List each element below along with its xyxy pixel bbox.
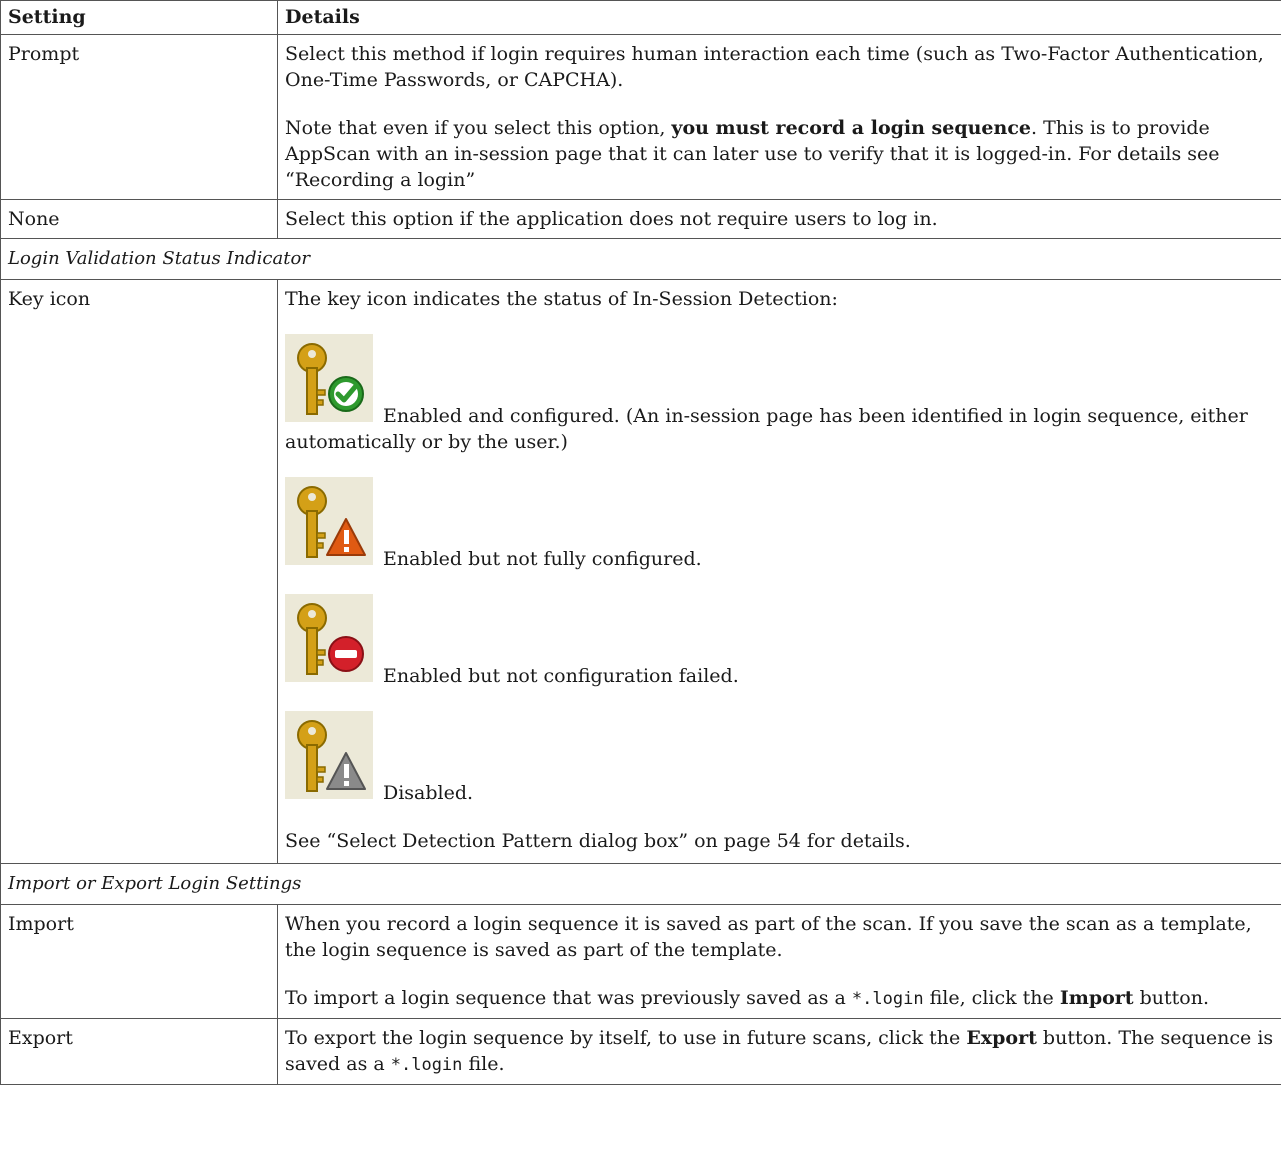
details-export: To export the login sequence by itself, … <box>277 1018 1281 1085</box>
state-enabled-configured-label: Enabled and configured. (An in-session p… <box>285 405 1248 453</box>
import-instructions: To import a login sequence that was prev… <box>285 985 1274 1012</box>
section-row-login-validation: Login Validation Status Indicator <box>0 238 1281 280</box>
section-heading-login-validation: Login Validation Status Indicator <box>0 238 1281 280</box>
export-text-end: file. <box>462 1053 505 1075</box>
setting-key-icon: Key icon <box>0 279 278 864</box>
import-text-end: button. <box>1133 987 1210 1009</box>
column-header-setting: Setting <box>0 0 278 35</box>
table-header-row: Setting Details <box>0 0 1281 35</box>
import-description: When you record a login sequence it is s… <box>285 913 1252 961</box>
prompt-note-text: Note that even if you select this option… <box>285 117 672 139</box>
setting-import: Import <box>0 904 278 1019</box>
prompt-description: Select this method if login requires hum… <box>285 43 1264 91</box>
export-description: To export the login sequence by itself, … <box>285 1025 1274 1078</box>
state-not-fully-configured-label: Enabled but not fully configured. <box>383 548 702 570</box>
key-disabled-icon <box>285 711 373 806</box>
state-configuration-failed-label: Enabled but not configuration failed. <box>383 665 739 687</box>
state-configuration-failed: Enabled but not configuration failed. <box>285 594 1274 689</box>
key-check-icon <box>285 334 373 429</box>
setting-prompt: Prompt <box>0 34 278 200</box>
table-row-none: None Select this option if the applicati… <box>0 199 1281 239</box>
export-text: To export the login sequence by itself, … <box>285 1027 967 1049</box>
settings-table: Setting Details Prompt Select this metho… <box>0 0 1281 1085</box>
import-text-mid: file, click the <box>923 987 1060 1009</box>
import-text: To import a login sequence that was prev… <box>285 987 852 1009</box>
key-icon-see-also: See “Select Detection Pattern dialog box… <box>285 830 911 852</box>
table-row-export: Export To export the login sequence by i… <box>0 1018 1281 1085</box>
state-enabled-configured: Enabled and configured. (An in-session p… <box>285 334 1274 455</box>
import-button-name: Import <box>1059 987 1134 1009</box>
setting-export: Export <box>0 1018 278 1085</box>
export-button-name: Export <box>966 1027 1037 1049</box>
details-key-icon: The key icon indicates the status of In-… <box>277 279 1281 864</box>
details-prompt: Select this method if login requires hum… <box>277 34 1281 200</box>
details-none: Select this option if the application do… <box>277 199 1281 239</box>
key-error-icon <box>285 594 373 689</box>
key-warning-icon <box>285 477 373 572</box>
table-row-key-icon: Key icon The key icon indicates the stat… <box>0 279 1281 864</box>
state-not-fully-configured: Enabled but not fully configured. <box>285 477 1274 572</box>
prompt-note: Note that even if you select this option… <box>285 115 1274 193</box>
export-file-extension: *.login <box>390 1055 463 1075</box>
table-row-prompt: Prompt Select this method if login requi… <box>0 34 1281 200</box>
import-file-extension: *.login <box>851 989 924 1009</box>
prompt-note-emphasis: you must record a login sequence <box>671 117 1031 139</box>
setting-none: None <box>0 199 278 239</box>
state-disabled: Disabled. <box>285 711 1274 806</box>
section-row-import-export: Import or Export Login Settings <box>0 863 1281 905</box>
column-header-details: Details <box>277 0 1281 35</box>
key-icon-intro: The key icon indicates the status of In-… <box>285 288 838 310</box>
table-row-import: Import When you record a login sequence … <box>0 904 1281 1019</box>
state-disabled-label: Disabled. <box>383 782 474 804</box>
section-heading-import-export: Import or Export Login Settings <box>0 863 1281 905</box>
details-import: When you record a login sequence it is s… <box>277 904 1281 1019</box>
